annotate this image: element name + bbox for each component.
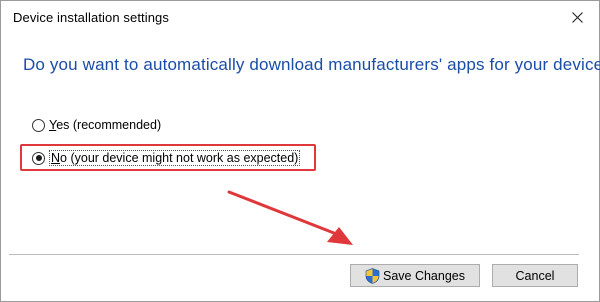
annotation-arrow — [227, 190, 353, 245]
radio-yes[interactable] — [32, 118, 45, 132]
close-button[interactable] — [555, 1, 599, 34]
close-icon — [571, 12, 583, 23]
save-changes-label: Save Changes — [382, 268, 465, 283]
radio-option-yes[interactable]: Yes (recommended) — [32, 118, 161, 132]
radio-yes-label[interactable]: Yes (recommended) — [49, 118, 161, 132]
annotation-highlight-box — [20, 144, 316, 171]
uac-shield-icon — [365, 267, 380, 284]
question-heading: Do you want to automatically download ma… — [23, 55, 600, 74]
cancel-label: Cancel — [515, 268, 555, 283]
radio-yes-label-rest: es (recommended) — [56, 118, 162, 132]
footer-divider — [9, 254, 579, 255]
device-installation-dialog: Device installation settings Do you want… — [0, 0, 600, 302]
save-changes-button[interactable]: Save Changes — [350, 264, 480, 287]
title-bar: Device installation settings — [1, 1, 599, 34]
window-title: Device installation settings — [13, 10, 169, 25]
cancel-button[interactable]: Cancel — [492, 264, 578, 287]
